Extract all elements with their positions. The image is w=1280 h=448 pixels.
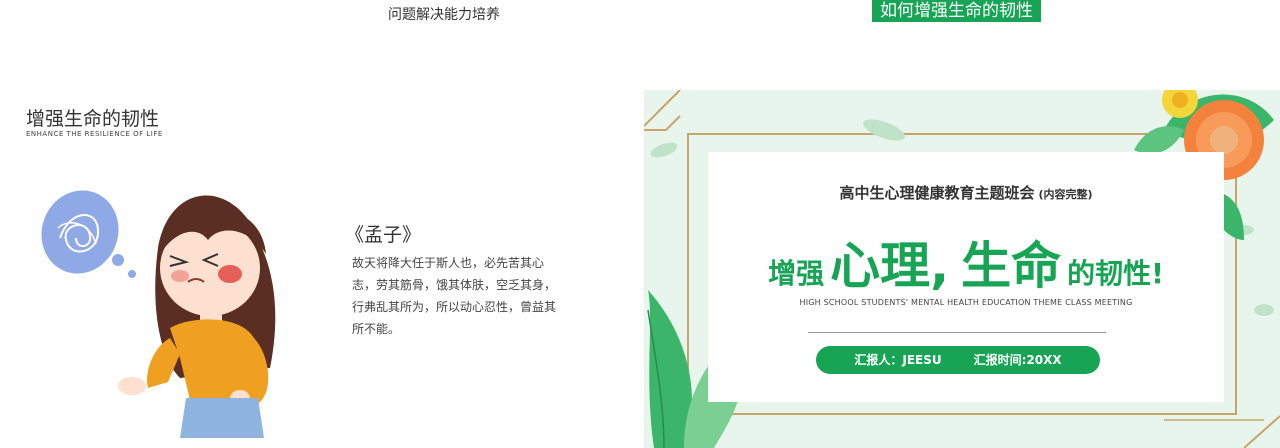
slide-resilience[interactable]: 增强生命的韧性 ENHANCE THE RESILIENCE OF LIFE 《… xyxy=(0,88,640,448)
reporter-info-pill: 汇报人：JEESU 汇报时间:20XX xyxy=(816,346,1100,374)
thought-bubble-icon xyxy=(41,190,136,278)
cover-divider xyxy=(808,332,1106,333)
cover-headline: 增强 心理, 生命 的韧性! xyxy=(708,226,1224,298)
quote-title: 《孟子》 xyxy=(345,224,422,246)
cover-title: 高中生心理健康教育主题班会 (内容完整) xyxy=(839,184,1093,202)
slide-title: 增强生命的韧性 xyxy=(26,108,160,130)
slide-subtitle: ENHANCE THE RESILIENCE OF LIFE xyxy=(26,130,163,138)
headline-part-4: 的韧性! xyxy=(1067,257,1164,290)
headline-part-1: 增强 xyxy=(768,257,825,290)
headline-part-3: 生命 xyxy=(961,237,1062,295)
cover-title-suffix: (内容完整) xyxy=(1038,188,1093,201)
header-left-label: 问题解决能力培养 xyxy=(388,7,500,23)
header-section-tag[interactable]: 如何增强生命的韧性 xyxy=(872,0,1041,22)
cover-english-subtitle: HIGH SCHOOL STUDENTS' MENTAL HEALTH EDUC… xyxy=(799,298,1133,307)
cover-card: 高中生心理健康教育主题班会 (内容完整) 增强 心理, 生命 的韧性! HIGH SCH… xyxy=(708,152,1224,402)
slide-cover[interactable]: 高中生心理健康教育主题班会 (内容完整) 增强 心理, 生命 的韧性! HIGH SCH… xyxy=(644,90,1280,448)
headline-part-2: 心理, xyxy=(830,237,950,295)
reporter-label: 汇报人：JEESU xyxy=(854,353,942,367)
worried-girl-illustration xyxy=(41,190,276,438)
report-time-label: 汇报时间:20XX xyxy=(973,353,1062,367)
quote-body: 故天将降大任于斯人也，必先苦其心志，劳其筋骨，饿其体肤，空乏其身，行弗乱其所为，… xyxy=(352,256,557,336)
